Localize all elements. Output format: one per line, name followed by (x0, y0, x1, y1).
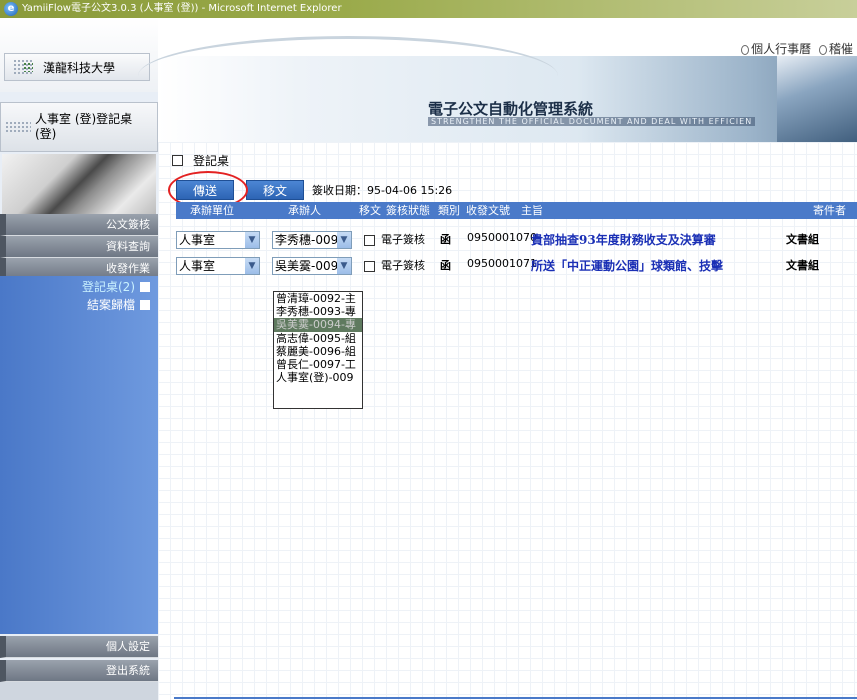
link-reminder[interactable]: 稽催 (829, 42, 853, 56)
grid-icon (5, 121, 31, 133)
col-doc-no[interactable]: 收發文號 (466, 202, 510, 219)
transfer-checkbox[interactable] (364, 261, 375, 272)
col-status[interactable]: 簽核狀態 (386, 202, 430, 219)
user-info-box: 人事室 (登)登記桌 (登) (0, 102, 158, 152)
link-personal-calendar[interactable]: 個人行事曆 (751, 42, 811, 56)
person-dropdown-list[interactable]: 曾清璋-0092-主 李秀穗-0093-專 吳美霙-0094-專 高志偉-009… (273, 291, 363, 409)
subject-link[interactable]: 貴部抽查93年度財務收支及決算審 (531, 231, 716, 248)
unit-select[interactable]: 人事室 ▼ (176, 257, 260, 275)
sidebar: 漢龍科技大學 人事室 (登)登記桌 (登) 公文簽核 資料查詢 收發作業 登記桌… (0, 18, 158, 700)
col-unit[interactable]: 承辦單位 (190, 202, 234, 219)
tree-item-label: 登記桌(2) (82, 280, 135, 294)
dropdown-option-selected[interactable]: 吳美霙-0094-專 (274, 318, 362, 332)
school-logo-icon (23, 62, 33, 72)
panel-title: 登記桌 (172, 152, 229, 169)
col-transfer[interactable]: 移文 (359, 202, 381, 219)
top-links: 個人行事曆 稽催 (741, 40, 853, 57)
unit-select-value: 人事室 (179, 259, 216, 273)
subject-link[interactable]: 所送「中正運動公園」球類館、技擊 (531, 257, 723, 274)
col-subject[interactable]: 主旨 (521, 202, 543, 219)
sender-cell: 文書組 (786, 259, 819, 272)
menu-personal-settings[interactable]: 個人設定 (0, 636, 158, 658)
transfer-checkbox[interactable] (364, 235, 375, 246)
school-header: 漢龍科技大學 (0, 18, 158, 92)
kind-cell: 函 (440, 233, 451, 246)
user-name: 人事室 (登)登記桌 (登) (35, 112, 133, 141)
square-icon (140, 281, 150, 292)
tree-panel: 登記桌(2) 結案歸檔 (0, 276, 158, 634)
kind-cell: 函 (440, 259, 451, 272)
chevron-down-icon[interactable]: ▼ (245, 258, 259, 274)
unit-select[interactable]: 人事室 ▼ (176, 231, 260, 249)
bottom-divider (174, 697, 857, 699)
dropdown-option[interactable]: 李秀穗-0093-專 (274, 305, 362, 318)
col-person[interactable]: 承辦人 (288, 202, 321, 219)
table-row[interactable]: 人事室 ▼ 吳美霙-0094-專 ▼ 電子簽核 函 0950001071 所送「… (176, 254, 857, 276)
chevron-down-icon[interactable]: ▼ (245, 232, 259, 248)
checkbox[interactable] (172, 155, 183, 166)
chevron-down-icon[interactable]: ▼ (337, 232, 351, 248)
person-select[interactable]: 吳美霙-0094-專 ▼ (272, 257, 352, 275)
table-header: 承辦單位 承辦人 移文 簽核狀態 類別 收發文號 主旨 寄件者 (176, 202, 857, 219)
reminder-icon (818, 44, 827, 55)
status-cell: 電子簽核 (381, 259, 425, 272)
tree-item-archive[interactable]: 結案歸檔 (87, 296, 150, 313)
col-kind[interactable]: 類別 (438, 202, 460, 219)
header-photo (777, 56, 857, 142)
status-cell: 電子簽核 (381, 233, 425, 246)
chevron-down-icon[interactable]: ▼ (337, 258, 351, 274)
header: 個人行事曆 稽催 電子公文自動化管理系統 STRENGTHEN THE OFFI… (138, 18, 857, 142)
menu-logout[interactable]: 登出系統 (0, 660, 158, 682)
internet-explorer-icon: e (4, 2, 18, 16)
laptop-image (2, 154, 156, 214)
dropdown-option[interactable]: 曾長仁-0097-工 (274, 358, 362, 371)
dropdown-option[interactable]: 人事室(登)-009 (274, 371, 362, 384)
doc-no-cell: 0950001070 (467, 231, 537, 244)
doc-no-cell: 0950001071 (467, 257, 537, 270)
tree-item-registry-desk[interactable]: 登記桌(2) (82, 278, 150, 295)
menu-document-approval[interactable]: 公文簽核 (0, 214, 158, 236)
school-name-box: 漢龍科技大學 (4, 53, 150, 81)
dropdown-option[interactable]: 高志偉-0095-組 (274, 332, 362, 345)
dropdown-option[interactable]: 蔡麗美-0096-組 (274, 345, 362, 358)
panel-title-text: 登記桌 (193, 154, 230, 168)
person-select[interactable]: 李秀穗-0093-專 ▼ (272, 231, 352, 249)
table-row[interactable]: 人事室 ▼ 李秀穗-0093-專 ▼ 電子簽核 函 0950001070 貴部抽… (176, 228, 857, 250)
tree-item-label: 結案歸檔 (86, 298, 135, 312)
window-title-bar: e YamiiFlow電子公文3.0.3 (人事室 (登)) - Microso… (0, 0, 857, 18)
col-sender[interactable]: 寄件者 (813, 202, 846, 219)
main-content: 登記桌 傳送 移文 簽收日期：95-04-06 15:26 承辦單位 承辦人 移… (158, 142, 857, 700)
window-title: YamiiFlow電子公文3.0.3 (人事室 (登)) - Microsoft… (22, 3, 342, 14)
calendar-icon (741, 44, 750, 55)
square-icon (140, 299, 150, 310)
sidebar-bottom-strip (0, 682, 158, 700)
dropdown-option[interactable]: 曾清璋-0092-主 (274, 292, 362, 305)
sign-date: 簽收日期：95-04-06 15:26 (312, 184, 453, 197)
menu-data-query[interactable]: 資料查詢 (0, 236, 158, 258)
unit-select-value: 人事室 (179, 233, 216, 247)
system-subtitle: STRENGTHEN THE OFFICIAL DOCUMENT AND DEA… (428, 117, 756, 126)
sender-cell: 文書組 (786, 233, 819, 246)
transfer-button[interactable]: 移文 (246, 180, 305, 200)
school-name: 漢龍科技大學 (43, 60, 116, 75)
system-title: 電子公文自動化管理系統 (428, 100, 594, 118)
